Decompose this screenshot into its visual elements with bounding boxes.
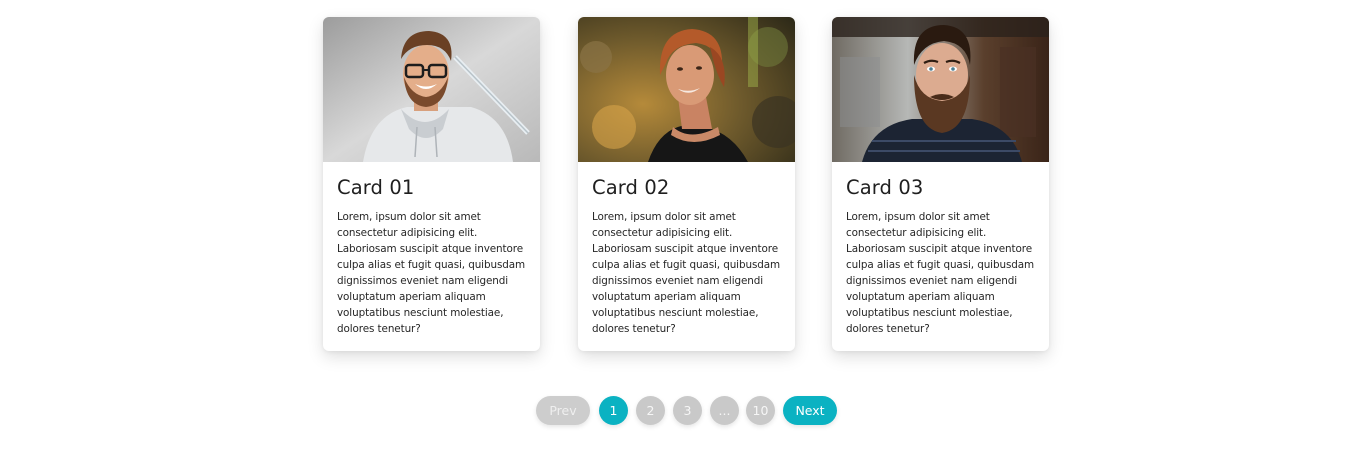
card: Card 03 Lorem, ipsum dolor sit amet cons…: [832, 17, 1049, 351]
card-title: Card 02: [592, 176, 670, 199]
card-description: Lorem, ipsum dolor sit amet consectetur …: [337, 211, 526, 335]
page-button-1[interactable]: 1: [599, 396, 628, 425]
card-photo-smiling-man-glasses: [323, 17, 540, 162]
page-button-2[interactable]: 2: [636, 396, 665, 425]
card: Card 02 Lorem, ipsum dolor sit amet cons…: [578, 17, 795, 351]
page-button-3[interactable]: 3: [673, 396, 702, 425]
pagination: Prev 1 2 3 ... 10 Next: [536, 396, 837, 425]
card-title: Card 03: [846, 176, 924, 199]
card-list: Card 01 Lorem, ipsum dolor sit amet cons…: [323, 17, 1049, 351]
card-description: Lorem, ipsum dolor sit amet consectetur …: [592, 211, 781, 335]
prev-page-button[interactable]: Prev: [536, 396, 590, 425]
card-photo-smiling-woman-redhead: [578, 17, 795, 162]
next-page-button[interactable]: Next: [783, 396, 837, 425]
page-ellipsis[interactable]: ...: [710, 396, 739, 425]
card-title: Card 01: [337, 176, 415, 199]
page-button-10[interactable]: 10: [746, 396, 775, 425]
card-description: Lorem, ipsum dolor sit amet consectetur …: [846, 211, 1035, 335]
card: Card 01 Lorem, ipsum dolor sit amet cons…: [323, 17, 540, 351]
card-photo-bearded-man: [832, 17, 1049, 162]
